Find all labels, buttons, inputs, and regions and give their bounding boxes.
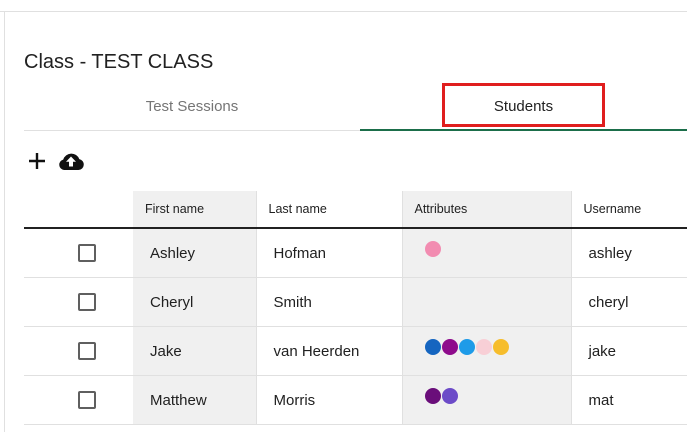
cell-last-name: Morris	[255, 375, 402, 425]
attribute-dot	[424, 241, 441, 257]
cell-attributes	[401, 326, 571, 376]
tab-active-indicator	[360, 129, 687, 131]
cell-last-name: Smith	[255, 277, 402, 327]
cell-first-name: Cheryl	[133, 277, 256, 327]
row-checkbox[interactable]	[78, 244, 96, 263]
select-column-header	[24, 191, 133, 228]
page-title: Class - TEST CLASS	[24, 51, 214, 73]
row-select-cell	[24, 277, 133, 327]
table-row[interactable]: Jake van Heerden jake	[24, 326, 687, 376]
students-tab-highlight	[442, 83, 605, 127]
cell-last-name: van Heerden	[255, 326, 402, 376]
table-body: Ashley Hofman ashley Cheryl Smith cheryl Jake v…	[24, 228, 687, 425]
frame-left-border	[4, 11, 5, 432]
cell-username: jake	[570, 326, 687, 376]
frame-top-border	[0, 11, 687, 12]
cell-username: cheryl	[570, 277, 687, 327]
tab-test-sessions[interactable]: Test Sessions	[24, 83, 360, 129]
cell-attributes	[401, 277, 571, 327]
attribute-dot	[458, 339, 475, 355]
cell-attributes	[401, 375, 571, 425]
row-select-cell	[24, 326, 133, 376]
row-select-cell	[24, 375, 133, 425]
cell-username: mat	[570, 375, 687, 425]
plus-icon[interactable]	[26, 150, 48, 172]
table-row[interactable]: Matthew Morris mat	[24, 375, 687, 425]
attribute-dot	[441, 388, 458, 404]
column-header-last-name[interactable]: Last name	[255, 191, 402, 228]
cell-attributes	[401, 228, 571, 278]
row-select-cell	[24, 228, 133, 278]
attribute-dot	[441, 339, 458, 355]
attribute-dots	[424, 388, 571, 404]
cell-first-name: Matthew	[133, 375, 256, 425]
cell-last-name: Hofman	[255, 228, 402, 278]
column-header-username[interactable]: Username	[570, 191, 687, 228]
students-table: First name Last name Attributes Username…	[24, 191, 687, 425]
row-checkbox[interactable]	[78, 342, 96, 361]
cell-first-name: Ashley	[133, 228, 256, 278]
table-row[interactable]: Cheryl Smith cheryl	[24, 277, 687, 327]
cell-first-name: Jake	[133, 326, 256, 376]
attribute-dots	[424, 241, 571, 257]
column-header-attributes[interactable]: Attributes	[401, 191, 571, 228]
attribute-dot	[424, 388, 441, 404]
row-checkbox[interactable]	[78, 391, 96, 410]
attribute-dot	[424, 339, 441, 355]
cell-username: ashley	[570, 228, 687, 278]
attribute-dot	[475, 339, 492, 355]
attribute-dot	[492, 339, 509, 355]
cloud-upload-icon[interactable]	[57, 150, 85, 172]
row-checkbox[interactable]	[78, 293, 96, 312]
attribute-dots	[424, 339, 571, 355]
table-row[interactable]: Ashley Hofman ashley	[24, 228, 687, 278]
table-header-row: First name Last name Attributes Username	[24, 191, 687, 228]
column-header-first-name[interactable]: First name	[133, 191, 256, 228]
